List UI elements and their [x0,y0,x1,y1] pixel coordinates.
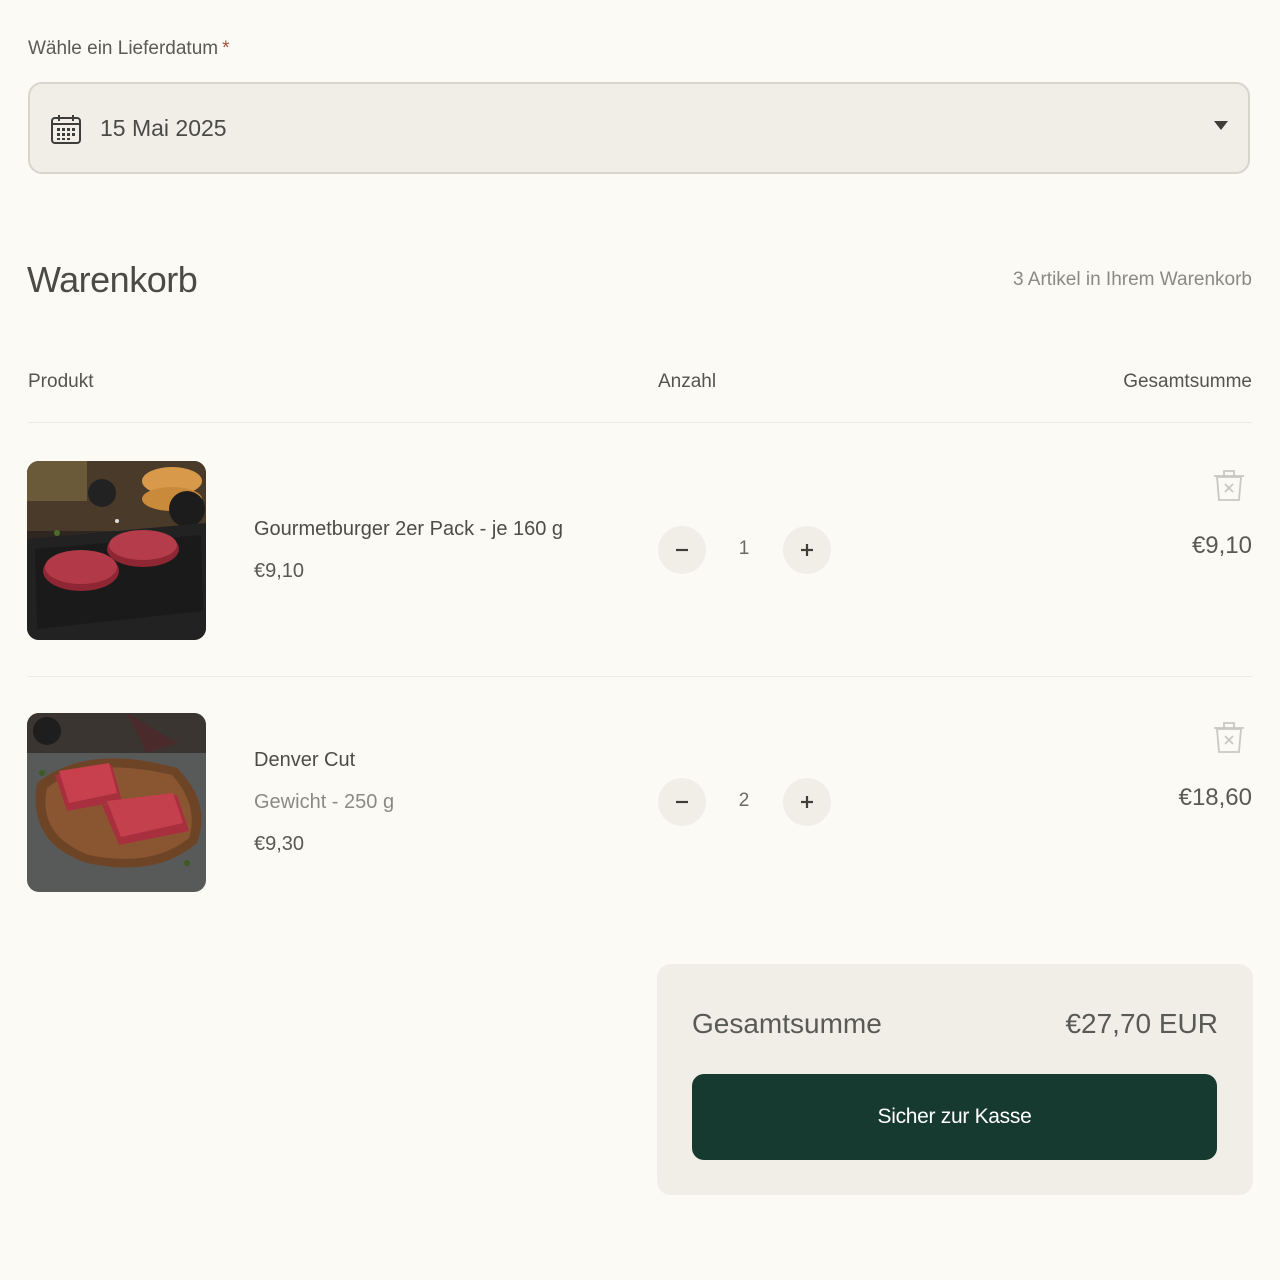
remove-item-icon[interactable] [1212,467,1246,503]
column-header-total: Gesamtsumme [1123,371,1252,392]
cart-title: Warenkorb [27,259,198,300]
delivery-date-label-text: Wähle ein Lieferdatum [28,38,219,59]
quantity-value[interactable]: 1 [724,538,764,560]
item-variant: Gewicht - 250 g [254,791,395,813]
checkout-button[interactable]: Sicher zur Kasse [692,1074,1217,1160]
item-name[interactable]: Denver Cut [254,749,355,772]
plus-icon [801,544,813,556]
order-summary: Gesamtsumme €27,70 EUR Sicher zur Kasse [657,964,1253,1195]
decrease-quantity-button[interactable] [658,778,706,826]
item-name[interactable]: Gourmetburger 2er Pack - je 160 g [254,518,563,541]
chevron-down-icon [1214,121,1228,130]
plus-icon [801,796,813,808]
column-header-product: Produkt [28,371,94,392]
remove-item-icon[interactable] [1212,719,1246,755]
product-image-denver-cut[interactable] [27,713,206,892]
item-unit-price: €9,10 [254,560,305,582]
minus-icon [676,800,688,804]
summary-total-label: Gesamtsumme [692,1008,882,1039]
item-unit-price: €9,30 [254,833,305,855]
line-total: €18,60 [1178,784,1252,811]
required-marker: * [222,38,230,59]
summary-total-value: €27,70 EUR [1065,1008,1218,1039]
delivery-date-select[interactable]: 15 Mai 2025 [28,82,1250,174]
calendar-icon [51,115,81,144]
item-divider [28,676,1252,677]
minus-icon [676,548,688,552]
decrease-quantity-button[interactable] [658,526,706,574]
product-image-burger[interactable] [27,461,206,640]
increase-quantity-button[interactable] [783,778,831,826]
selected-date: 15 Mai 2025 [100,115,227,141]
header-divider [28,422,1252,423]
cart-item-count: 3 Artikel in Ihrem Warenkorb [1013,269,1252,290]
line-total: €9,10 [1191,532,1252,559]
increase-quantity-button[interactable] [783,526,831,574]
delivery-date-label: Wähle ein Lieferdatum * [28,38,230,60]
quantity-value[interactable]: 2 [724,790,764,812]
column-header-quantity: Anzahl [658,371,717,392]
